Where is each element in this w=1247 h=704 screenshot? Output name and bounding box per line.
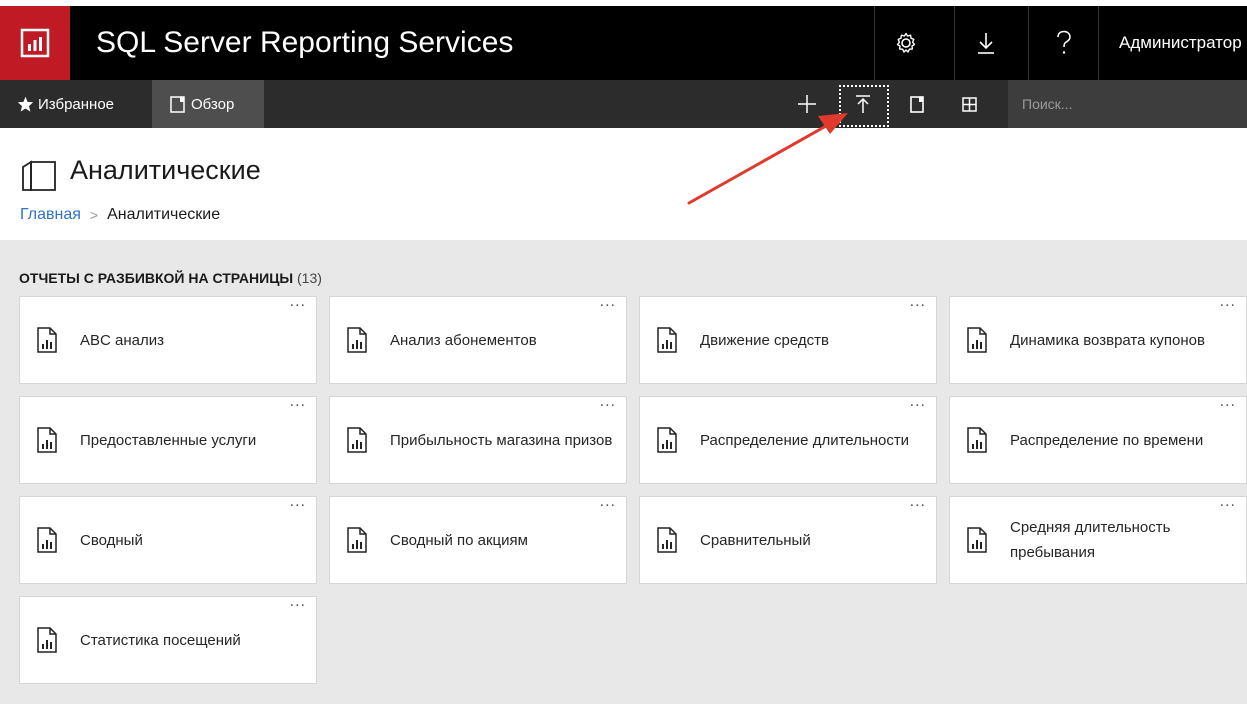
settings-button[interactable] <box>874 6 937 80</box>
report-name: Сводный <box>80 531 143 549</box>
report-tile[interactable]: ... Средняя длительность пребывания <box>949 493 1247 584</box>
folder-icon <box>22 160 56 191</box>
tiles-view-icon <box>961 96 977 112</box>
report-tile[interactable]: ... Анализ абонементов <box>329 293 627 384</box>
breadcrumb: Главная > Аналитические <box>20 206 220 224</box>
browse-tab[interactable]: Обзор <box>152 80 264 128</box>
report-icon <box>37 427 57 453</box>
search-input[interactable]: Поиск... <box>1008 80 1247 128</box>
report-name: Прибыльность магазина призов <box>390 431 613 449</box>
breadcrumb-home-link[interactable]: Главная <box>20 206 81 224</box>
ssrs-logo[interactable] <box>0 6 70 80</box>
report-tile-label: Сравнительный <box>700 497 928 583</box>
new-button[interactable] <box>780 80 834 128</box>
report-name: Движение средств <box>700 331 830 349</box>
report-name: Сравнительный <box>700 531 811 549</box>
report-icon <box>347 427 367 453</box>
report-name: Сводный по акциям <box>390 531 528 549</box>
app-title: SQL Server Reporting Services <box>96 26 514 59</box>
download-icon <box>978 33 994 54</box>
report-tile[interactable]: ... Распределение длительности <box>639 393 937 484</box>
upload-button-focus-outline <box>839 85 889 127</box>
report-icon <box>37 627 57 653</box>
report-icon <box>967 427 987 453</box>
report-icon <box>37 327 57 353</box>
report-tile[interactable]: ... Сравнительный <box>639 493 937 584</box>
section-count: (13) <box>297 270 322 286</box>
report-tile-label: Распределение длительности <box>700 397 928 483</box>
report-tile-label: Динамика возврата купонов <box>1010 297 1238 383</box>
report-name: ABC анализ <box>80 331 164 349</box>
report-tile-label: Прибыльность магазина призов <box>390 397 618 483</box>
report-tile[interactable]: ... Сводный <box>19 493 317 584</box>
report-tile[interactable]: ... Распределение по времени <box>949 393 1247 484</box>
report-tile[interactable]: ... Предоставленные услуги <box>19 393 317 484</box>
report-tile[interactable]: ... Движение средств <box>639 293 937 384</box>
section-heading: ОТЧЕТЫ С РАЗБИВКОЙ НА СТРАНИЦЫ (13) <box>19 270 322 286</box>
plus-icon <box>798 95 816 113</box>
browse-label: Обзор <box>191 95 235 113</box>
view-details-button[interactable] <box>890 80 944 128</box>
view-tiles-button[interactable] <box>942 80 996 128</box>
report-tile-label: Сводный <box>80 497 308 583</box>
report-icon <box>657 327 677 353</box>
page-title: Аналитические <box>70 155 261 185</box>
report-icon <box>347 327 367 353</box>
report-tile[interactable]: ... Статистика посещений <box>19 593 317 684</box>
report-icon <box>657 527 677 553</box>
report-name: Распределение длительности <box>700 431 910 449</box>
top-bar: SQL Server Reporting Services Администра… <box>0 0 1247 80</box>
favorites-label: Избранное <box>38 95 115 113</box>
favorites-tab[interactable]: Избранное <box>0 80 150 128</box>
report-icon <box>967 327 987 353</box>
report-tile-label: Статистика посещений <box>80 597 308 683</box>
report-icon <box>657 427 677 453</box>
report-tile-label: Предоставленные услуги <box>80 397 308 483</box>
report-icon <box>967 527 987 553</box>
report-name: Предоставленные услуги <box>80 431 257 449</box>
help-button[interactable] <box>1028 6 1099 80</box>
user-menu[interactable]: Администратор <box>1098 6 1247 80</box>
details-view-icon <box>910 95 924 113</box>
browse-icon <box>170 95 185 113</box>
report-tile[interactable]: ... Сводный по акциям <box>329 493 627 584</box>
question-icon <box>1057 30 1071 54</box>
report-name: Анализ абонементов <box>390 331 537 349</box>
star-icon <box>17 96 34 112</box>
page-header: Аналитические Главная > Аналитические <box>0 128 1247 240</box>
report-tile[interactable]: ... Прибыльность магазина призов <box>329 393 627 484</box>
report-tile-label: Сводный по акциям <box>390 497 618 583</box>
report-tile-label: Распределение по времени <box>1010 397 1238 483</box>
report-tile-label: Средняя длительность пребывания <box>1010 497 1238 583</box>
report-tile-label: ABC анализ <box>80 297 308 383</box>
breadcrumb-current: Аналитические <box>107 206 221 223</box>
breadcrumb-separator-icon: > <box>89 207 99 223</box>
report-name: Статистика посещений <box>80 631 241 649</box>
report-name: Средняя длительность пребывания <box>1010 519 1171 561</box>
report-icon <box>37 527 57 553</box>
content-area: ОТЧЕТЫ С РАЗБИВКОЙ НА СТРАНИЦЫ (13) ... A… <box>0 240 1247 704</box>
gear-icon <box>896 32 916 53</box>
section-title: ОТЧЕТЫ С РАЗБИВКОЙ НА СТРАНИЦЫ <box>19 270 294 286</box>
download-button[interactable] <box>954 6 1017 80</box>
report-name: Динамика возврата купонов <box>1010 331 1205 349</box>
report-name: Распределение по времени <box>1010 431 1204 449</box>
report-logo-icon <box>20 28 50 58</box>
report-tile-label: Анализ абонементов <box>390 297 618 383</box>
report-tile[interactable]: ... Динамика возврата купонов <box>949 293 1247 384</box>
report-tile-label: Движение средств <box>700 297 928 383</box>
report-icon <box>347 527 367 553</box>
report-tile[interactable]: ... ABC анализ <box>19 293 317 384</box>
